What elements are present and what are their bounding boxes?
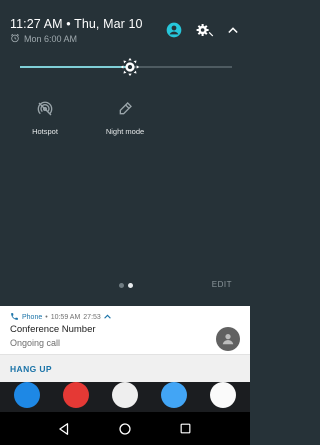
page-dot (119, 283, 124, 288)
contact-avatar (216, 327, 240, 351)
page-indicator (119, 283, 133, 288)
alarm-text: Mon 6:00 AM (24, 34, 78, 44)
brightness-slider[interactable] (20, 57, 232, 77)
person-icon (222, 334, 234, 345)
tile-night-mode[interactable]: Night mode (90, 101, 160, 136)
alarm-icon (10, 33, 20, 45)
user-account-icon[interactable] (166, 22, 182, 38)
home-icon[interactable] (113, 417, 137, 441)
notification-app-name: Phone (22, 314, 43, 321)
collapse-chevron-icon[interactable] (228, 26, 238, 34)
navigation-bar (0, 412, 250, 445)
tile-hotspot[interactable]: Hotspot (10, 101, 80, 136)
expand-chevron-icon[interactable] (103, 314, 111, 321)
hang-up-button[interactable]: HANG UP (10, 364, 52, 374)
brightness-thumb[interactable] (120, 57, 140, 77)
time-date: 11:27 AM • Thu, Mar 10 (10, 17, 143, 31)
notification-time: 10:59 AM (50, 314, 81, 321)
phone-icon (10, 312, 19, 323)
settings-icon[interactable] (196, 22, 214, 38)
page-dot-active (128, 283, 133, 288)
back-icon[interactable] (52, 417, 76, 441)
brightness-fill (20, 66, 130, 68)
home-screen-peek (0, 382, 250, 412)
header-actions (166, 22, 238, 38)
call-notification[interactable]: Phone • 10:59 AM 27:53 Conference Number… (0, 306, 250, 354)
brightness-icon (120, 57, 140, 77)
edit-button[interactable]: EDIT (212, 280, 232, 289)
notification-header: Phone • 10:59 AM 27:53 (10, 312, 111, 323)
phone-app-icon (14, 382, 40, 408)
messages-app-icon (161, 382, 187, 408)
next-alarm[interactable]: Mon 6:00 AM (10, 33, 77, 45)
call-duration: 27:53 (83, 314, 101, 321)
tile-label: Night mode (105, 127, 145, 136)
notification-actions: HANG UP (0, 354, 250, 382)
hotspot-icon (10, 101, 80, 119)
quick-settings-panel: 11:27 AM • Thu, Mar 10 Mon 6:00 AM Hotsp… (0, 0, 250, 306)
notification-text: Ongoing call (10, 338, 61, 348)
app-drawer-icon (112, 382, 138, 408)
chrome-app-icon (63, 382, 89, 408)
tile-label: Hotspot (32, 127, 58, 136)
notification-title: Conference Number (10, 324, 96, 335)
recents-icon[interactable] (174, 417, 198, 441)
night-mode-icon (90, 101, 160, 119)
separator: • (45, 314, 48, 321)
camera-app-icon (210, 382, 236, 408)
